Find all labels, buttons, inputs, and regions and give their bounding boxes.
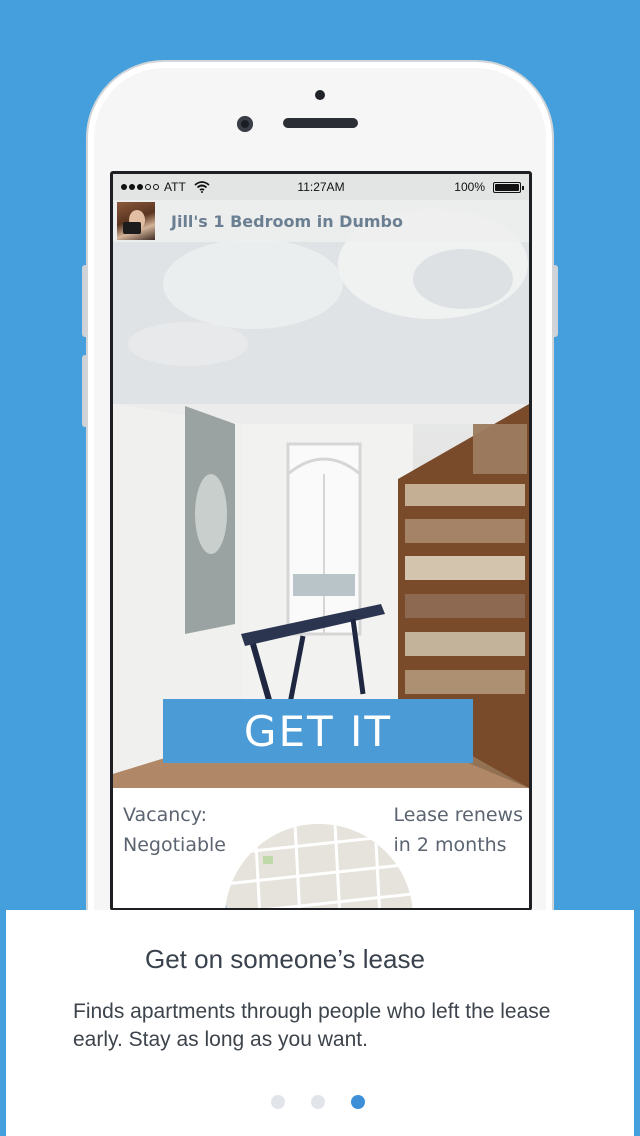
lease-label: Lease renews — [393, 804, 523, 826]
vacancy-info: Vacancy: Negotiable — [123, 800, 226, 860]
apartment-photo — [113, 174, 529, 788]
map-thumbnail[interactable] — [225, 824, 413, 908]
front-sensor — [315, 90, 325, 100]
page-indicator — [6, 1095, 634, 1111]
status-bar: ATT 11:27AM 100% — [113, 174, 529, 200]
page-dot-3[interactable] — [351, 1095, 365, 1109]
signal-icon — [121, 184, 159, 190]
vacancy-value: Negotiable — [123, 834, 226, 856]
battery-percentage: 100% — [454, 180, 485, 194]
lease-info: Lease renews in 2 months — [394, 800, 523, 860]
onboarding-card: Get on someone’s lease Finds apartments … — [6, 910, 634, 1136]
get-it-button[interactable]: GET IT — [163, 699, 473, 763]
listing-info-panel: Vacancy: Negotiable Lease renews in 2 mo… — [113, 788, 529, 908]
host-avatar[interactable] — [117, 202, 155, 240]
lease-value: in 2 months — [393, 834, 507, 856]
carrier-label: ATT — [164, 180, 186, 194]
listing-header[interactable]: Jill's 1 Bedroom in Dumbo — [113, 200, 529, 242]
page-dot-2[interactable] — [311, 1095, 325, 1109]
apartment-illustration — [113, 174, 529, 788]
listing-title: Jill's 1 Bedroom in Dumbo — [171, 211, 403, 231]
phone-screen: ATT 11:27AM 100% Jill's 1 Bedroom in Dum… — [110, 171, 532, 911]
onboarding-description: Finds apartments through people who left… — [73, 1000, 551, 1051]
front-camera — [237, 116, 253, 132]
battery-icon — [493, 181, 524, 193]
earpiece-speaker — [283, 118, 358, 128]
vacancy-label: Vacancy: — [123, 804, 208, 826]
map-illustration — [225, 824, 413, 908]
onboarding-title: Get on someone’s lease — [145, 944, 425, 974]
page-dot-1[interactable] — [271, 1095, 285, 1109]
wifi-icon — [194, 181, 210, 193]
